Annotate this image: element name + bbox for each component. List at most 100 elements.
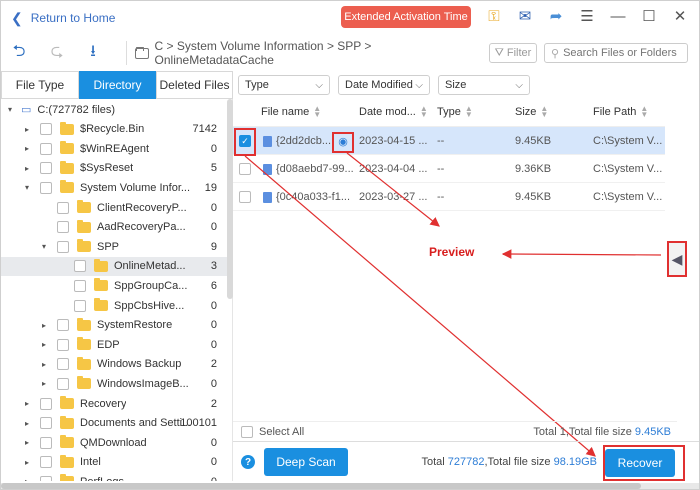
row-checkbox[interactable]: [239, 163, 251, 175]
activation-promo-button[interactable]: Extended Activation Time: [341, 6, 471, 28]
caret-right-icon[interactable]: ▸: [22, 144, 32, 153]
tree-checkbox[interactable]: [74, 299, 86, 312]
tree-item[interactable]: ▸ EDP 0: [1, 335, 227, 354]
caret-right-icon[interactable]: ▸: [22, 399, 32, 408]
size-dropdown[interactable]: Size ⌵: [438, 75, 530, 95]
tree-checkbox[interactable]: [57, 377, 69, 390]
table-row[interactable]: {0c40a033-f1... 2023-03-27 ... -- 9.45KB C:\…: [233, 183, 665, 211]
tree-checkbox[interactable]: [74, 260, 86, 273]
tree-item[interactable]: ClientRecoveryP... 0: [1, 198, 227, 217]
tree-item[interactable]: ▾ ▭ C:(727782 files): [1, 100, 227, 119]
table-row[interactable]: ✓ {2dd2dcb... ◉ 2023-04-15 ... -- 9.45KB C:\Sy…: [233, 127, 665, 155]
scroll-thumb[interactable]: [1, 483, 641, 489]
column-file-path[interactable]: File Path ▲ ▼: [593, 105, 648, 119]
row-checkbox[interactable]: [239, 191, 251, 203]
preview-panel-toggle[interactable]: ◀: [667, 241, 687, 277]
caret-down-icon[interactable]: ▾: [5, 105, 15, 114]
tree-checkbox[interactable]: [40, 397, 52, 410]
caret-right-icon[interactable]: ▸: [22, 477, 32, 481]
folder-icon: [77, 376, 91, 390]
tree-item-count: 19: [204, 181, 217, 194]
horizontal-scrollbar[interactable]: [1, 483, 699, 489]
tree-item[interactable]: ▸ $Recycle.Bin 7142: [1, 120, 227, 139]
tree-item[interactable]: ▸ SystemRestore 0: [1, 316, 227, 335]
tree-checkbox[interactable]: [57, 240, 69, 253]
close-icon[interactable]: ✕: [671, 7, 689, 25]
tree-item[interactable]: ▸ QMDownload 0: [1, 433, 227, 452]
tree-checkbox[interactable]: [74, 279, 86, 292]
column-file-name[interactable]: File name ▲ ▼: [261, 105, 321, 119]
preview-eye-icon[interactable]: ◉: [335, 133, 351, 149]
caret-right-icon[interactable]: ▸: [22, 458, 32, 467]
table-row[interactable]: {d08aebd7-99... 2023-04-04 ... -- 9.36KB C:\…: [233, 155, 665, 183]
caret-right-icon[interactable]: ▸: [39, 379, 49, 388]
column-size[interactable]: Size ▲ ▼: [515, 105, 548, 119]
minimize-icon[interactable]: —: [609, 7, 627, 25]
column-date-modified[interactable]: Date mod... ▲ ▼: [359, 105, 428, 119]
caret-right-icon[interactable]: ▸: [39, 340, 49, 349]
selection-bar: Select All Total 1,Total file size 9.45K…: [233, 421, 677, 441]
tree-item[interactable]: ▸ Recovery 2: [1, 394, 227, 413]
caret-down-icon[interactable]: ▾: [39, 242, 49, 251]
tab-deleted-files[interactable]: Deleted Files: [156, 71, 233, 99]
key-icon[interactable]: ⚿: [485, 7, 503, 25]
tree-checkbox[interactable]: [57, 319, 69, 332]
tree-item[interactable]: ▾ SPP 9: [1, 237, 227, 256]
filter-button[interactable]: ⛛ Filter: [489, 43, 537, 63]
help-icon[interactable]: ?: [241, 455, 255, 469]
caret-right-icon[interactable]: ▸: [22, 438, 32, 447]
tree-item[interactable]: ▸ Documents and Setti... 100101: [1, 414, 227, 433]
share-icon[interactable]: ➦: [547, 7, 565, 25]
caret-right-icon[interactable]: ▸: [39, 360, 49, 369]
tab-file-type[interactable]: File Type: [1, 71, 79, 99]
search-box[interactable]: ⚲: [544, 43, 688, 63]
tree-item[interactable]: OnlineMetad... 3: [1, 256, 227, 276]
column-type[interactable]: Type ▲ ▼: [437, 105, 473, 119]
tree-checkbox[interactable]: [40, 475, 52, 481]
menu-icon[interactable]: ☰: [578, 7, 596, 25]
tree-item[interactable]: SppGroupCa... 6: [1, 276, 227, 295]
caret-down-icon[interactable]: ▾: [22, 183, 32, 192]
type-dropdown[interactable]: Type ⌵: [238, 75, 330, 95]
folder-icon: [60, 121, 74, 135]
caret-right-icon[interactable]: ▸: [22, 164, 32, 173]
search-input[interactable]: [563, 47, 684, 59]
tree-checkbox[interactable]: [40, 456, 52, 469]
chat-icon[interactable]: ✉: [516, 7, 534, 25]
tree-item[interactable]: ▸ $WinREAgent 0: [1, 139, 227, 158]
deep-scan-button[interactable]: Deep Scan: [264, 448, 348, 476]
back-arrow-icon[interactable]: ⮌: [5, 39, 33, 67]
breadcrumb-path[interactable]: C > System Volume Information > SPP > On…: [155, 39, 481, 67]
chevron-down-icon: ⌵: [415, 79, 423, 91]
tree-checkbox[interactable]: [40, 162, 52, 175]
tree-item[interactable]: ▸ $SysReset 5: [1, 159, 227, 178]
tree-item[interactable]: ▸ Intel 0: [1, 453, 227, 472]
tree-item[interactable]: SppCbsHive... 0: [1, 296, 227, 315]
tree-checkbox[interactable]: [57, 338, 69, 351]
tree-checkbox[interactable]: [40, 142, 52, 155]
forward-arrow-icon[interactable]: ⮎: [43, 39, 71, 67]
tree-checkbox[interactable]: [57, 358, 69, 371]
row-checkbox-checked[interactable]: ✓: [239, 135, 251, 147]
maximize-icon[interactable]: ☐: [640, 7, 658, 25]
tree-checkbox[interactable]: [40, 181, 52, 194]
caret-right-icon[interactable]: ▸: [39, 321, 49, 330]
recover-button[interactable]: Recover: [605, 449, 675, 477]
tree-checkbox[interactable]: [57, 201, 69, 214]
tree-checkbox[interactable]: [40, 436, 52, 449]
select-all-checkbox[interactable]: [241, 425, 253, 438]
caret-right-icon[interactable]: ▸: [22, 125, 32, 134]
tab-directory[interactable]: Directory: [79, 71, 156, 99]
export-icon[interactable]: ⭳: [79, 39, 107, 67]
tree-item[interactable]: ▸ WindowsImageB... 0: [1, 374, 227, 393]
tree-checkbox[interactable]: [40, 417, 52, 430]
tree-item[interactable]: ▸ Windows Backup 2: [1, 355, 227, 374]
return-home-button[interactable]: ❮ Return to Home: [11, 10, 115, 27]
caret-right-icon[interactable]: ▸: [22, 419, 32, 428]
date-modified-dropdown[interactable]: Date Modified ⌵: [338, 75, 430, 95]
tree-checkbox[interactable]: [57, 221, 69, 234]
tree-item[interactable]: AadRecoveryPa... 0: [1, 218, 227, 237]
tree-checkbox[interactable]: [40, 123, 52, 136]
tree-item[interactable]: ▸ PerfLogs 0: [1, 472, 227, 481]
tree-item[interactable]: ▾ System Volume Infor... 19: [1, 178, 227, 197]
